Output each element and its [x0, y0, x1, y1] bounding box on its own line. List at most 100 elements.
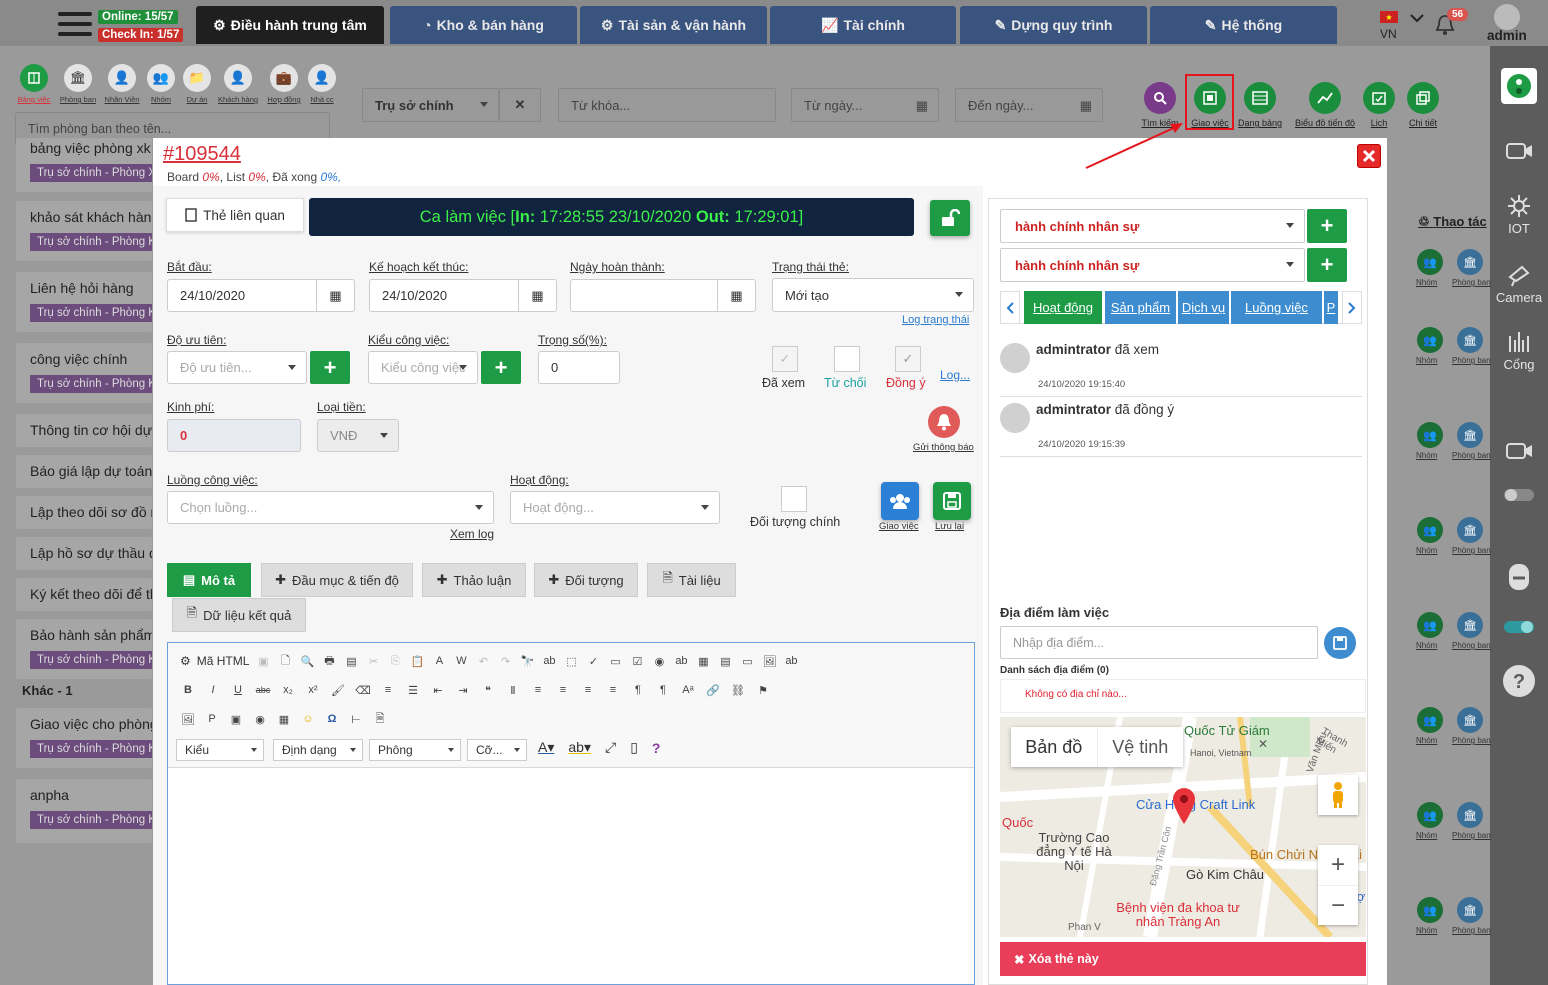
department-icon[interactable]: 🏛: [1457, 707, 1483, 733]
link-icon[interactable]: 🔗: [705, 682, 721, 698]
tool-nhan-vien[interactable]: 👤 Nhân Viên: [102, 64, 142, 104]
table-icon[interactable]: ▦: [276, 711, 292, 727]
satellite-tab[interactable]: Vệ tinh: [1096, 727, 1184, 767]
tab-description[interactable]: ▤ Mô tả: [167, 563, 251, 597]
department-icon[interactable]: 🏛: [1457, 327, 1483, 353]
find-icon[interactable]: 🔭: [519, 653, 535, 669]
logo-icon[interactable]: [1501, 68, 1537, 104]
video-icon[interactable]: [1490, 138, 1548, 164]
zoom-in-icon[interactable]: +: [1318, 845, 1358, 885]
progress-chart-button[interactable]: Biểu đồ tiến độ: [1292, 82, 1358, 128]
copy-icon[interactable]: ⎘: [387, 653, 403, 669]
microphone-icon[interactable]: [1490, 561, 1548, 593]
preview-icon[interactable]: 🔍: [299, 653, 315, 669]
tab-products[interactable]: Sản phẩm: [1105, 291, 1176, 324]
group-icon[interactable]: 👥: [1417, 517, 1443, 543]
clear-branch-button[interactable]: ✕: [499, 88, 541, 122]
replace-icon[interactable]: ab: [541, 653, 557, 669]
calendar-view-button[interactable]: Lịch: [1360, 82, 1398, 128]
gate-menu[interactable]: Cổng: [1490, 328, 1548, 372]
template-icon[interactable]: 🗎: [372, 711, 388, 727]
align-right-icon[interactable]: ≡: [580, 682, 596, 698]
rtl-icon[interactable]: ¶: [655, 682, 671, 698]
size-select[interactable]: Cỡ...: [467, 739, 527, 761]
department-icon[interactable]: 🏛: [1457, 422, 1483, 448]
keyword-input[interactable]: Từ khóa...: [558, 88, 776, 122]
add-priority-button[interactable]: +: [310, 351, 350, 384]
anchor-icon[interactable]: ⚑: [755, 682, 771, 698]
tab-kho-ban-hang[interactable]: ◔ Kho & bán hàng: [390, 6, 577, 44]
button-icon[interactable]: ▭: [739, 653, 755, 669]
paste-word-icon[interactable]: W: [453, 653, 469, 669]
list-item[interactable]: Bảo hành sản phẩm Trụ sở chính - Phòng K: [16, 619, 152, 679]
templates-icon[interactable]: ▤: [343, 653, 359, 669]
print-icon[interactable]: 🖶: [321, 653, 337, 669]
outdent-icon[interactable]: ⇤: [430, 682, 446, 698]
tab-tai-san[interactable]: ⚙ Tài sản & vận hành: [580, 6, 767, 44]
add-work-type-button[interactable]: +: [481, 351, 521, 384]
horizontal-line-icon[interactable]: ⊢: [348, 711, 364, 727]
cut-icon[interactable]: ✂: [365, 653, 381, 669]
paste-icon[interactable]: 📋: [409, 653, 425, 669]
page-break-icon[interactable]: P: [204, 711, 220, 727]
chevron-right-icon[interactable]: [1342, 291, 1362, 324]
list-item[interactable]: bảng việc phòng xk Trụ sở chính - Phòng X: [16, 138, 152, 192]
unlink-icon[interactable]: ⛓: [730, 682, 746, 698]
strike-icon[interactable]: abc: [255, 682, 271, 698]
unlock-button[interactable]: [930, 200, 970, 236]
chevron-down-icon[interactable]: [1410, 13, 1424, 23]
new-page-icon[interactable]: 🗋: [277, 653, 293, 669]
list-item[interactable]: Thông tin cơ hội dự án: [16, 414, 152, 447]
iot-menu[interactable]: IOT: [1490, 194, 1548, 236]
department-select[interactable]: hành chính nhân sự: [1000, 248, 1305, 282]
calendar-icon[interactable]: ▦: [518, 280, 556, 311]
special-char-icon[interactable]: Ω: [324, 711, 340, 727]
tab-result-data[interactable]: 🗎 Dữ liệu kết quả: [172, 598, 306, 632]
source-button[interactable]: Mã HTML: [197, 654, 250, 668]
text-color-icon[interactable]: A▾: [538, 739, 554, 756]
hidden-field-icon[interactable]: ab: [783, 653, 799, 669]
source-icon[interactable]: ⚙: [180, 654, 191, 668]
underline-icon[interactable]: U: [230, 682, 246, 698]
search-view-button[interactable]: Tìm kiếm: [1138, 82, 1182, 128]
list-item[interactable]: Ký kết theo dõi để th: [16, 578, 152, 611]
list-item[interactable]: công việc chính Trụ sở chính - Phòng K: [16, 343, 152, 403]
save-button[interactable]: [933, 482, 971, 520]
smiley-icon[interactable]: ☺: [300, 711, 316, 727]
menu-icon[interactable]: [58, 12, 92, 40]
cost-input[interactable]: 0: [167, 419, 301, 452]
help-icon[interactable]: ?: [652, 740, 661, 756]
close-icon[interactable]: ✕: [1258, 737, 1268, 751]
agree-checkbox[interactable]: ✓: [895, 346, 921, 372]
calendar-icon[interactable]: ▦: [316, 280, 354, 311]
tab-dung-quy-trinh[interactable]: ✎ Dựng quy trình: [960, 6, 1147, 44]
branch-select[interactable]: Trụ sở chính: [362, 88, 499, 122]
toggle-switch[interactable]: [1490, 487, 1548, 503]
plan-end-date-input[interactable]: 24/10/2020 ▦: [369, 279, 557, 312]
close-modal-button[interactable]: [1357, 144, 1381, 168]
bold-icon[interactable]: B: [180, 682, 196, 698]
activity-select[interactable]: Hoạt động...: [510, 491, 720, 524]
priority-select[interactable]: Độ ưu tiên...: [167, 351, 307, 384]
currency-select[interactable]: VNĐ: [317, 419, 399, 452]
weight-input[interactable]: 0: [538, 351, 620, 384]
flash-icon[interactable]: ◉: [252, 711, 268, 727]
calendar-icon[interactable]: ▦: [717, 280, 755, 311]
spellcheck-icon[interactable]: ✓: [585, 653, 601, 669]
textfield-icon[interactable]: ab: [673, 653, 689, 669]
tab-more[interactable]: P: [1324, 291, 1338, 324]
status-log-link[interactable]: Log trạng thái: [902, 314, 969, 326]
image-button-icon[interactable]: 🖼: [761, 653, 777, 669]
format-painter-icon[interactable]: 🖌: [330, 682, 346, 698]
list-item[interactable]: Báo giá lập dự toán: [16, 455, 152, 488]
vietnam-flag-icon[interactable]: ★: [1380, 11, 1398, 23]
group-icon[interactable]: 👥: [1417, 422, 1443, 448]
indent-icon[interactable]: ⇥: [455, 682, 471, 698]
font-select[interactable]: Phông: [369, 739, 461, 761]
camera-menu[interactable]: Camera: [1490, 261, 1548, 305]
add-department-button[interactable]: +: [1307, 209, 1347, 243]
log-link[interactable]: Log...: [940, 368, 970, 382]
zoom-out-icon[interactable]: −: [1318, 885, 1358, 925]
related-cards-button[interactable]: Thẻ liên quan: [166, 198, 304, 232]
redo-icon[interactable]: ↷: [497, 653, 513, 669]
